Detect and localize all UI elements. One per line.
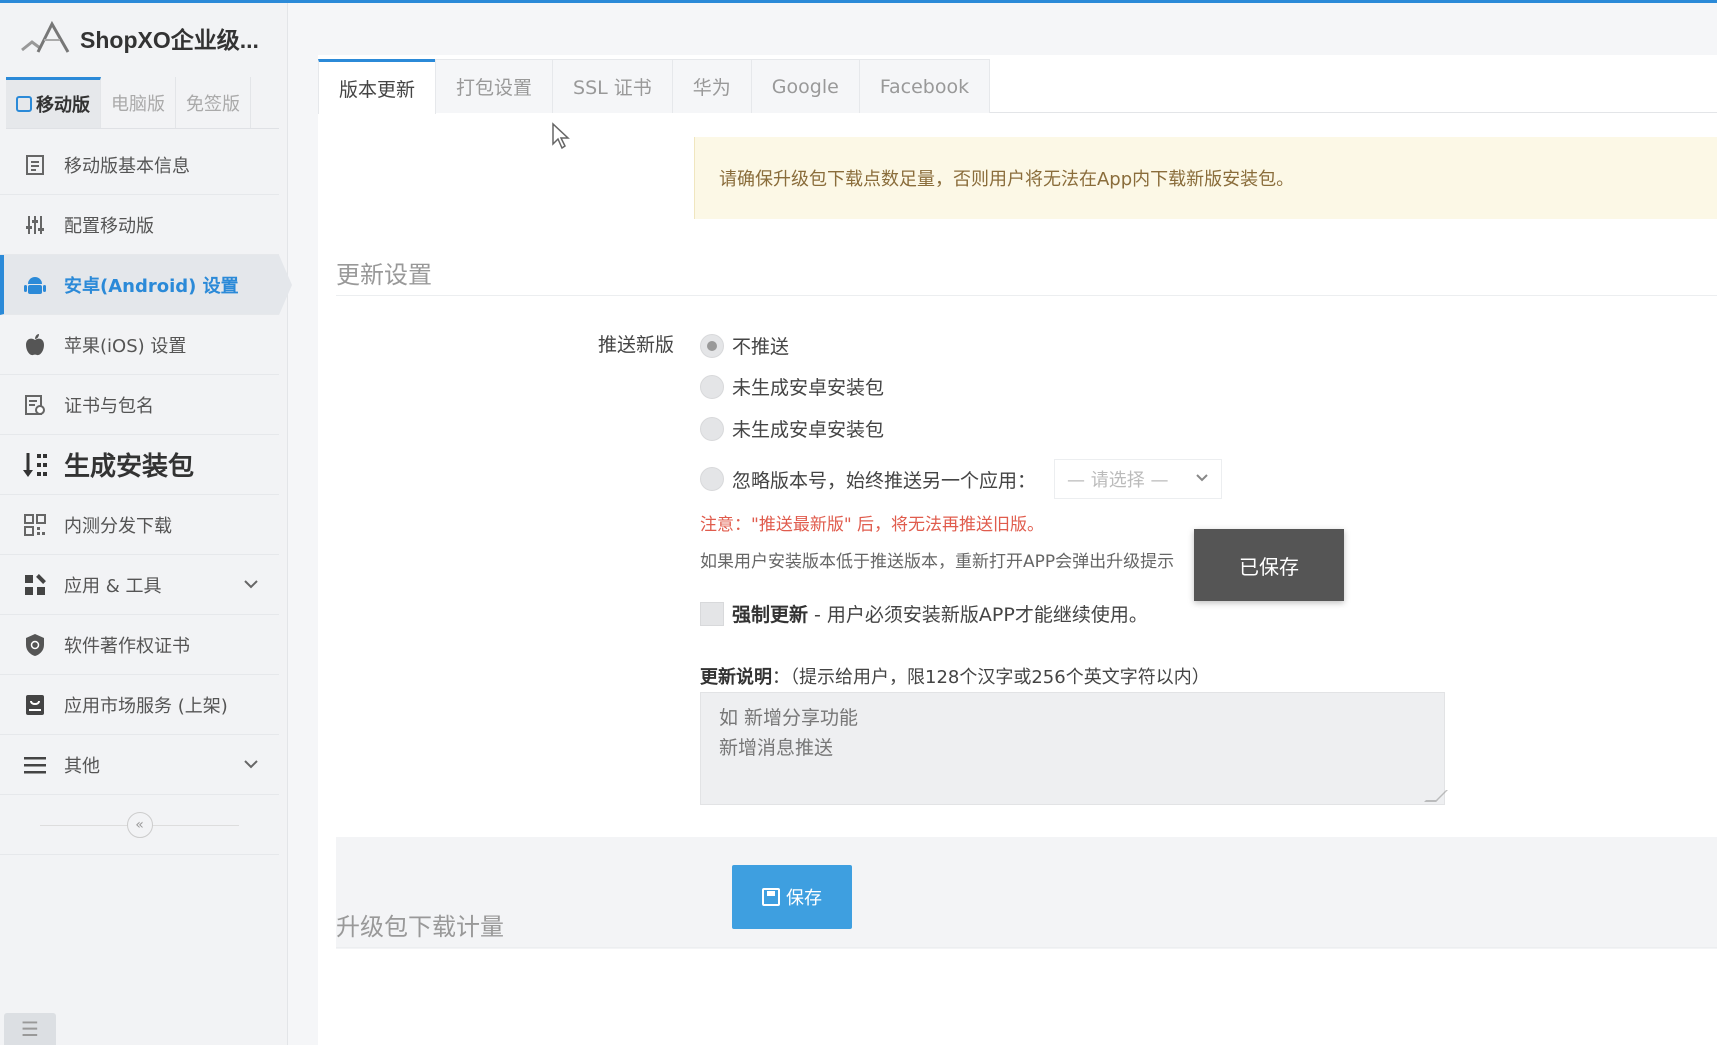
version-tabs: 移动版 电脑版 免签版 [6, 77, 279, 129]
force-update-title: 强制更新 [732, 604, 809, 626]
sidebar-item-label: 配置移动版 [64, 215, 154, 237]
version-tab-mobile[interactable]: 移动版 [6, 77, 101, 128]
radio-label: 未生成安卓安装包 [732, 377, 885, 399]
brand-title: ShopXO企业级... [80, 27, 259, 53]
collapse-sidebar-button[interactable]: « [126, 811, 153, 838]
section-title-update-settings: 更新设置 [336, 261, 432, 289]
sidebar-item-label: 安卓(Android) 设置 [64, 275, 239, 297]
section-divider [336, 947, 1717, 948]
version-tab-free[interactable]: 免签版 [176, 77, 251, 128]
menu-icon [22, 752, 48, 778]
radio-label: 未生成安卓安装包 [732, 419, 885, 441]
notice-banner: 请确保升级包下载点数足量，否则用户将无法在App内下载新版安装包。 [694, 137, 1717, 219]
sidebar-item-label: 软件著作权证书 [64, 635, 190, 657]
tab-ssl-certificate[interactable]: SSL 证书 [552, 59, 673, 113]
update-desc-title: 更新说明 [700, 667, 772, 688]
other-app-select[interactable]: — 请选择 — [1054, 459, 1223, 499]
update-desc-hint: ：（提示给用户，限128个汉字或256个英文字符以内） [772, 667, 1210, 688]
version-tab-label: 电脑版 [111, 93, 165, 115]
sidebar: ShopXO企业级... 移动版 电脑版 免签版 移动版基本信息 配置移动版 安… [0, 3, 292, 1045]
chevron-down-icon [243, 755, 259, 774]
main-panel: 版本更新 打包设置 SSL 证书 华为 Google Facebook 请确保升… [318, 55, 1717, 1045]
radio-option-2[interactable]: 未生成安卓安装包 [700, 373, 884, 400]
sidebar-item-label: 移动版基本信息 [64, 155, 190, 177]
sidebar-item-label: 应用 & 工具 [64, 575, 162, 597]
radio-button[interactable] [700, 374, 724, 399]
chevron-down-icon [243, 575, 259, 594]
sidebar-item-ios-settings[interactable]: 苹果(iOS) 设置 [0, 315, 279, 375]
sidebar-nav: 移动版基本信息 配置移动版 安卓(Android) 设置 苹果(iOS) 设置 … [0, 135, 292, 795]
apps-icon [22, 572, 48, 598]
push-warning: 注意："推送最新版" 后，将无法再推送旧版。 [700, 515, 1045, 535]
select-placeholder: — 请选择 — [1067, 470, 1169, 491]
saved-toast: 已保存 [1194, 529, 1344, 601]
section-title-download-metering: 升级包下载计量 [336, 913, 504, 941]
sidebar-collapse-row: « [0, 795, 279, 855]
force-update-checkbox[interactable] [700, 601, 724, 626]
radio-option-3[interactable]: 未生成安卓安装包 [700, 415, 884, 442]
radio-button[interactable] [700, 467, 724, 491]
sidebar-item-label: 生成安装包 [64, 452, 195, 482]
radio-no-push[interactable]: 不推送 [700, 332, 789, 359]
radio-label: 不推送 [732, 336, 790, 358]
mouse-cursor-icon [552, 122, 570, 150]
sidebar-item-android-settings[interactable]: 安卓(Android) 设置 [0, 255, 292, 315]
version-tab-desktop[interactable]: 电脑版 [101, 77, 176, 128]
settings-tabs: 版本更新 打包设置 SSL 证书 华为 Google Facebook [318, 59, 1717, 114]
mobile-icon [16, 96, 32, 112]
menu-toggle-button[interactable]: ☰ [4, 1013, 56, 1045]
document-icon [22, 152, 48, 178]
brand-logo-icon [21, 20, 70, 53]
form-footer-bar [336, 837, 1717, 949]
sidebar-item-build-package[interactable]: 生成安装包 [0, 435, 279, 495]
tab-huawei[interactable]: 华为 [671, 59, 752, 113]
sliders-icon [22, 212, 48, 238]
sidebar-item-label: 证书与包名 [64, 395, 154, 417]
sidebar-item-app-market-service[interactable]: 应用市场服务 (上架) [0, 675, 279, 735]
sidebar-item-label: 内测分发下载 [64, 515, 172, 537]
version-tab-label: 免签版 [186, 93, 240, 115]
sidebar-item-certificate-package[interactable]: 证书与包名 [0, 375, 279, 435]
push-hint: 如果用户安装版本低于推送版本，重新打开APP会弹出升级提示 [700, 552, 1175, 572]
sidebar-item-configure-mobile[interactable]: 配置移动版 [0, 195, 279, 255]
store-icon [22, 692, 48, 718]
version-tab-label: 移动版 [36, 95, 90, 116]
radio-button[interactable] [700, 416, 724, 441]
qrcode-icon [22, 512, 48, 538]
radio-label: 忽略版本号，始终推送另一个应用： [732, 469, 1037, 492]
sidebar-item-label: 苹果(iOS) 设置 [64, 335, 187, 357]
shield-icon [22, 632, 48, 658]
save-button[interactable]: 保存 [732, 865, 852, 929]
section-divider [336, 295, 1717, 296]
android-icon [22, 272, 48, 298]
apple-icon [22, 332, 48, 358]
radio-button[interactable] [700, 333, 724, 358]
sort-download-icon [22, 452, 48, 478]
chevron-down-icon [1195, 471, 1209, 487]
sidebar-item-other[interactable]: 其他 [0, 735, 279, 795]
sidebar-item-label: 其他 [64, 755, 100, 777]
tab-google[interactable]: Google [750, 59, 860, 113]
sidebar-item-label: 应用市场服务 (上架) [64, 695, 228, 717]
sidebar-item-mobile-basic-info[interactable]: 移动版基本信息 [0, 135, 279, 195]
force-update-description: - 用户必须安装新版APP才能继续使用。 [814, 604, 1148, 626]
update-desc-label: 更新说明：（提示给用户，限128个汉字或256个英文字符以内） [700, 663, 1210, 689]
sidebar-item-beta-distribution[interactable]: 内测分发下载 [0, 495, 279, 555]
sidebar-item-software-copyright[interactable]: 软件著作权证书 [0, 615, 279, 675]
push-label: 推送新版 [598, 334, 675, 356]
force-update-row[interactable]: 强制更新 - 用户必须安装新版APP才能继续使用。 [700, 600, 1148, 627]
tab-version-update[interactable]: 版本更新 [318, 59, 437, 114]
floppy-disk-icon [762, 888, 780, 906]
sidebar-item-apps-tools[interactable]: 应用 & 工具 [0, 555, 279, 615]
tab-package-settings[interactable]: 打包设置 [435, 59, 554, 113]
radio-push-other-app[interactable]: 忽略版本号，始终推送另一个应用： — 请选择 — [700, 459, 1223, 499]
save-button-label: 保存 [786, 888, 822, 909]
tab-facebook[interactable]: Facebook [858, 59, 991, 113]
update-desc-textarea[interactable]: 如 新增分享功能 新增消息推送 [700, 692, 1445, 805]
certificate-icon [22, 392, 48, 418]
brand[interactable]: ShopXO企业级... [0, 3, 287, 73]
